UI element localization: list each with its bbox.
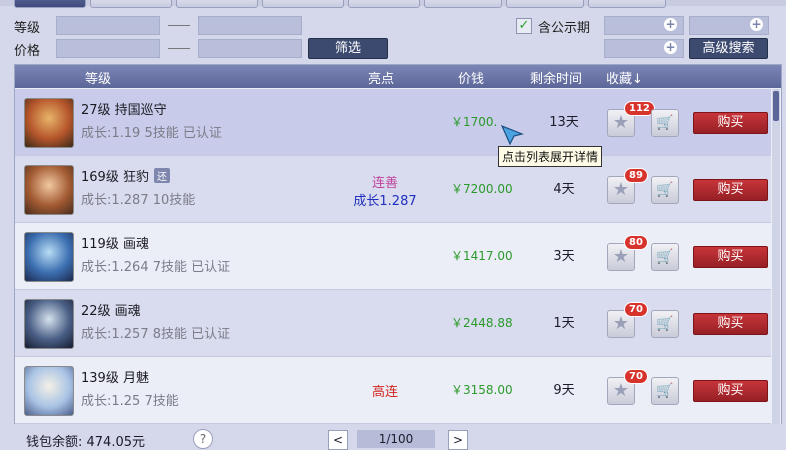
highlight-secondary: 成长1.287	[353, 194, 417, 209]
table-row[interactable]: 119级 画魂 成长:1.264 7技能 已认证 ￥1417.00 3天 ★ 8…	[15, 223, 771, 290]
public-period-label: 含公示期	[538, 21, 591, 36]
time-remaining: 13天	[549, 115, 579, 130]
level-min-input[interactable]	[56, 16, 160, 35]
results-panel: 等级 亮点 价钱 剩余时间 收藏↓ 27级 持国巡守 成长:1.19 5技能 已…	[14, 64, 782, 426]
buy-button[interactable]: 购买	[693, 112, 768, 134]
cursor-icon	[500, 124, 524, 146]
tab-8[interactable]	[588, 0, 666, 8]
tab-all[interactable]	[14, 0, 86, 8]
cart-icon[interactable]: 🛒	[651, 176, 679, 204]
footer: 钱包余额: 474.05元 ? < 1/100 >	[0, 424, 786, 450]
tab-3[interactable]	[176, 0, 258, 8]
plus-icon[interactable]: +	[750, 18, 763, 31]
time-remaining: 9天	[553, 383, 575, 398]
tab-6[interactable]	[424, 0, 502, 8]
level-max-input[interactable]	[198, 16, 302, 35]
price-max-input[interactable]	[198, 39, 302, 58]
avatar	[24, 98, 74, 148]
pet-name-text: 169级 狂豹	[81, 170, 149, 185]
pet-price: ￥1700.	[451, 115, 498, 129]
avatar	[24, 299, 74, 349]
help-icon[interactable]: ?	[193, 429, 213, 449]
price-label: 价格	[14, 44, 41, 59]
fav-count-badge: 70	[624, 369, 648, 384]
fav-count-badge: 80	[624, 235, 648, 250]
time-remaining: 1天	[553, 316, 575, 331]
prev-page-button[interactable]: <	[328, 430, 348, 450]
cart-icon[interactable]: 🛒	[651, 109, 679, 137]
avatar	[24, 232, 74, 282]
filter-button[interactable]: 筛选	[308, 38, 388, 59]
header-price: 价钱	[458, 72, 485, 87]
public-period-checkbox[interactable]: ✓	[516, 18, 532, 34]
header-fav[interactable]: 收藏↓	[606, 68, 643, 87]
time-remaining: 4天	[553, 182, 575, 197]
advanced-search-button[interactable]: 高级搜索	[689, 38, 768, 59]
pet-name: 119级 画魂	[81, 237, 149, 252]
tooltip: 点击列表展开详情	[498, 146, 603, 167]
pet-price: ￥3158.00	[451, 383, 513, 397]
header-level: 等级	[85, 72, 112, 87]
tab-7[interactable]	[506, 0, 584, 8]
highlight-primary: 高连	[371, 385, 398, 400]
table-row[interactable]: 22级 画魂 成长:1.257 8技能 已认证 ￥2448.88 1天 ★ 70…	[15, 290, 771, 357]
pet-stats: 成长:1.287 10技能	[81, 193, 196, 208]
pet-stats: 成长:1.25 7技能	[81, 394, 179, 409]
header-time[interactable]: 剩余时间	[530, 68, 582, 87]
scrollbar[interactable]	[772, 89, 780, 425]
buy-button[interactable]: 购买	[693, 179, 768, 201]
wallet-balance: 钱包余额: 474.05元	[26, 435, 145, 450]
pet-price: ￥1417.00	[451, 249, 513, 263]
fav-count-badge: 70	[624, 302, 648, 317]
buy-button[interactable]: 购买	[693, 246, 768, 268]
table-row[interactable]: 27级 持国巡守 成长:1.19 5技能 已认证 ￥1700. 13天 ★ 11…	[15, 89, 771, 156]
top-tabs	[0, 0, 786, 8]
price-dash	[168, 48, 190, 49]
buy-button[interactable]: 购买	[693, 380, 768, 402]
table-row[interactable]: 169级 狂豹还 成长:1.287 10技能 连善 成长1.287 ￥7200.…	[15, 156, 771, 223]
return-badge: 还	[153, 168, 170, 183]
next-page-button[interactable]: >	[448, 430, 468, 450]
plus-icon[interactable]: +	[664, 18, 677, 31]
pet-name: 169级 狂豹还	[81, 166, 170, 185]
plus-icon[interactable]: +	[664, 41, 677, 54]
tab-5[interactable]	[348, 0, 420, 8]
avatar	[24, 366, 74, 416]
level-dash	[168, 25, 190, 26]
pet-stats: 成长:1.264 7技能 已认证	[81, 260, 231, 275]
header-highlight: 亮点	[368, 72, 395, 87]
time-remaining: 3天	[553, 249, 575, 264]
buy-button[interactable]: 购买	[693, 313, 768, 335]
pet-stats: 成长:1.19 5技能 已认证	[81, 126, 222, 141]
pet-name: 22级 画魂	[81, 304, 141, 319]
pet-price: ￥7200.00	[451, 182, 513, 196]
cart-icon[interactable]: 🛒	[651, 377, 679, 405]
scrollbar-thumb[interactable]	[773, 91, 779, 121]
table-row[interactable]: 139级 月魅 成长:1.25 7技能 高连 ￥3158.00 9天 ★ 70 …	[15, 357, 771, 424]
fav-count-badge: 89	[624, 168, 648, 183]
price-min-input[interactable]	[56, 39, 160, 58]
pet-stats: 成长:1.257 8技能 已认证	[81, 327, 231, 342]
pet-name: 27级 持国巡守	[81, 103, 167, 118]
tab-2[interactable]	[90, 0, 172, 8]
pet-name: 139级 月魅	[81, 371, 149, 386]
tab-4[interactable]	[262, 0, 344, 8]
cart-icon[interactable]: 🛒	[651, 243, 679, 271]
page-indicator: 1/100	[357, 430, 435, 448]
avatar	[24, 165, 74, 215]
pet-price: ￥2448.88	[451, 316, 513, 330]
level-label: 等级	[14, 21, 41, 36]
table-header: 等级 亮点 价钱 剩余时间 收藏↓	[15, 65, 781, 88]
highlight-primary: 连善	[371, 176, 398, 191]
cart-icon[interactable]: 🛒	[651, 310, 679, 338]
